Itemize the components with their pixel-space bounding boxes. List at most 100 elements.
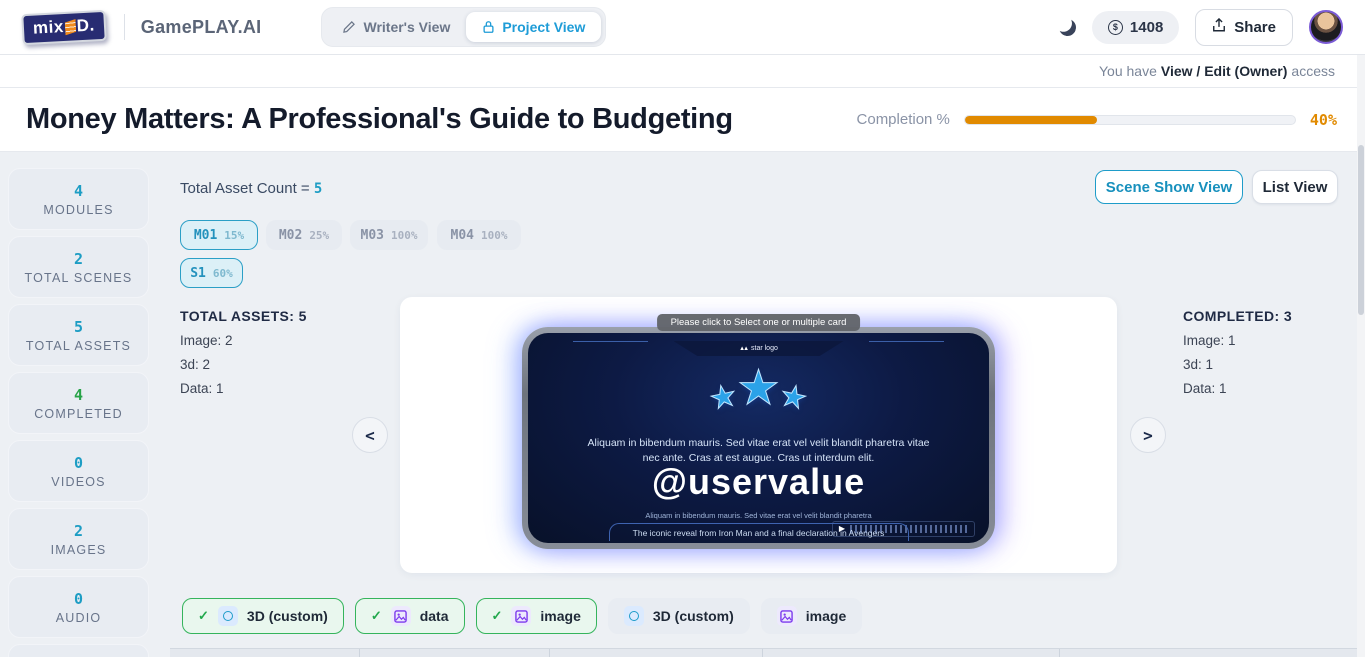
mountain-icon: ▲▲ bbox=[739, 345, 749, 352]
page-title: Money Matters: A Professional's Guide to… bbox=[26, 103, 733, 135]
image-asset-icon bbox=[776, 606, 797, 626]
module-id: M03 bbox=[360, 227, 384, 243]
prev-scene-button[interactable]: < bbox=[352, 417, 388, 453]
asset-badge-image[interactable]: ✓ image bbox=[475, 598, 597, 634]
list-view-button[interactable]: List View bbox=[1252, 170, 1338, 204]
asset-badge-data[interactable]: ✓ data bbox=[354, 598, 465, 634]
check-icon: ✓ bbox=[491, 608, 503, 623]
asset-table-header-strip bbox=[170, 648, 1357, 657]
module-tab-m03[interactable]: M03 100% bbox=[350, 220, 428, 250]
asset-badge-image-pending[interactable]: image bbox=[760, 598, 863, 634]
access-suffix: access bbox=[1291, 63, 1335, 79]
asset-badge-3d-custom-pending[interactable]: 3D (custom) bbox=[607, 598, 750, 634]
check-icon: ✓ bbox=[370, 608, 382, 623]
completion-percent: 40% bbox=[1309, 110, 1337, 129]
stat-value: 4 bbox=[73, 181, 84, 200]
banner-line bbox=[573, 341, 648, 342]
3d-asset-icon bbox=[217, 606, 238, 626]
module-id: M04 bbox=[450, 227, 474, 243]
module-tab-m04[interactable]: M04 100% bbox=[437, 220, 521, 250]
tab-writers-view[interactable]: Writer's View bbox=[326, 12, 466, 42]
module-tab-m02[interactable]: M02 25% bbox=[266, 220, 342, 250]
stat-card-completed[interactable]: 4 COMPLETED bbox=[8, 372, 149, 434]
logo-3-stack-icon bbox=[64, 18, 76, 34]
stat-card-videos[interactable]: 0 VIDEOS bbox=[8, 440, 149, 502]
module-pct: 25% bbox=[309, 228, 330, 242]
stat-value: 2 bbox=[73, 249, 84, 268]
stat-value: 0 bbox=[73, 453, 84, 472]
app-name: GamePLAY.AI bbox=[140, 16, 262, 37]
stat-card-total-scenes[interactable]: 2 TOTAL SCENES bbox=[8, 236, 149, 298]
mix3d-logo[interactable]: mix D. bbox=[21, 9, 107, 45]
stat-card-partial[interactable] bbox=[8, 644, 149, 657]
title-bar: Money Matters: A Professional's Guide to… bbox=[0, 88, 1365, 152]
share-upload-icon bbox=[1212, 17, 1226, 37]
navbar-right: $ 1408 Share bbox=[1057, 8, 1343, 46]
completion-label: Completion % bbox=[856, 111, 950, 128]
stat-value: 4 bbox=[73, 385, 84, 404]
stat-card-audio[interactable]: 0 AUDIO bbox=[8, 576, 149, 638]
total-assets-heading: TOTAL ASSETS: 5 bbox=[180, 308, 307, 324]
access-prefix: You have bbox=[1099, 63, 1157, 79]
total-asset-count-label: Total Asset Count = bbox=[180, 180, 310, 197]
dark-mode-moon-icon[interactable] bbox=[1057, 17, 1078, 38]
stat-label: IMAGES bbox=[50, 542, 107, 557]
share-label: Share bbox=[1234, 18, 1276, 36]
table-header-cell bbox=[360, 649, 550, 657]
share-button[interactable]: Share bbox=[1195, 8, 1293, 46]
lock-icon bbox=[482, 20, 495, 34]
completed-block: COMPLETED: 3 Image: 1 3d: 1 Data: 1 bbox=[1183, 308, 1365, 396]
completion-group: Completion % 40% bbox=[857, 111, 1337, 129]
star-icon: ★ bbox=[736, 362, 781, 415]
view-tab-group: Writer's View Project View bbox=[321, 7, 607, 47]
completed-data: Data: 1 bbox=[1183, 381, 1227, 396]
total-assets-data: Data: 1 bbox=[180, 381, 224, 396]
table-header-cell bbox=[763, 649, 1061, 657]
scrollbar-thumb[interactable] bbox=[1358, 145, 1364, 315]
stat-label: VIDEOS bbox=[51, 474, 106, 489]
pencil-icon bbox=[342, 20, 356, 34]
completion-progress-bar bbox=[963, 114, 1296, 125]
next-scene-button[interactable]: > bbox=[1130, 417, 1166, 453]
scrollbar-track[interactable] bbox=[1357, 55, 1365, 657]
star-rating: ★ ★ ★ bbox=[528, 362, 989, 417]
user-avatar[interactable] bbox=[1309, 10, 1343, 44]
stat-card-total-assets[interactable]: 5 TOTAL ASSETS bbox=[8, 304, 149, 366]
stat-label: TOTAL SCENES bbox=[24, 270, 133, 285]
badge-label: 3D (custom) bbox=[246, 608, 328, 624]
module-id: M02 bbox=[278, 227, 303, 243]
scene-screen-frame[interactable]: ▲▲ star logo ★ ★ ★ Aliquam in bibendum m… bbox=[522, 327, 995, 549]
access-bar: You have View / Edit (Owner) access bbox=[0, 55, 1365, 88]
scene-tab-s1[interactable]: S1 60% bbox=[180, 258, 243, 288]
completed-3d: 3d: 1 bbox=[1183, 357, 1214, 372]
scene-pct: 60% bbox=[212, 266, 233, 280]
stat-value: 0 bbox=[73, 589, 84, 608]
module-tab-m01[interactable]: M01 15% bbox=[180, 220, 258, 250]
module-pct: 100% bbox=[480, 228, 508, 242]
selection-tooltip: Please click to Select one or multiple c… bbox=[656, 314, 861, 331]
stat-card-images[interactable]: 2 IMAGES bbox=[8, 508, 149, 570]
logo-text-d: D. bbox=[76, 14, 96, 35]
module-pct: 100% bbox=[391, 228, 418, 242]
tab-project-view[interactable]: Project View bbox=[466, 12, 602, 42]
scene-show-view-button[interactable]: Scene Show View bbox=[1095, 170, 1243, 204]
credits-pill[interactable]: $ 1408 bbox=[1091, 10, 1180, 44]
table-header-cell bbox=[1060, 649, 1357, 657]
star-icon: ★ bbox=[776, 378, 811, 417]
module-id: M01 bbox=[193, 227, 218, 243]
completed-heading: COMPLETED: 3 bbox=[1183, 308, 1293, 324]
scene-screen[interactable]: ▲▲ star logo ★ ★ ★ Aliquam in bibendum m… bbox=[528, 333, 989, 543]
asset-badge-3d-custom[interactable]: ✓ 3D (custom) bbox=[182, 598, 344, 634]
image-asset-icon bbox=[511, 606, 532, 626]
stat-label: MODULES bbox=[43, 202, 114, 217]
stat-card-modules[interactable]: 4 MODULES bbox=[8, 168, 149, 230]
credits-count: 1408 bbox=[1129, 18, 1164, 36]
module-pct: 15% bbox=[224, 228, 245, 242]
uservalue-text: @uservalue bbox=[651, 461, 866, 502]
badge-label: 3D (custom) bbox=[652, 608, 734, 624]
total-assets-image: Image: 2 bbox=[180, 333, 233, 348]
badge-label: image bbox=[540, 608, 581, 624]
table-header-cell bbox=[170, 649, 360, 657]
scene-banner-label: star logo bbox=[751, 345, 778, 352]
stat-label: TOTAL ASSETS bbox=[25, 338, 132, 353]
